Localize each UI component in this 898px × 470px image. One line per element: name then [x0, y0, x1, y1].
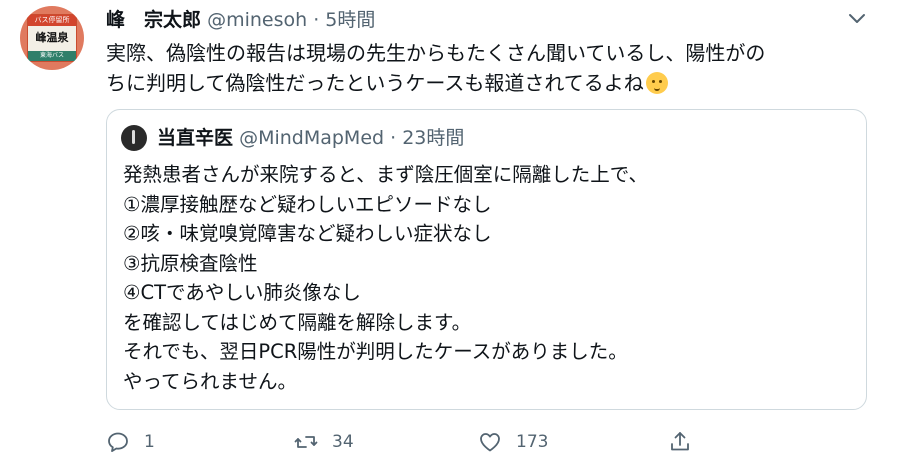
avatar-sign-bottom: 東海バス [28, 51, 76, 61]
quoted-text-line: それでも、翌日PCR陽性が判明したケースがありました。 [123, 340, 628, 363]
like-count: 173 [516, 432, 549, 452]
tweet-text-line: ちに判明して偽陰性だったというケースも報道されてるよね [106, 68, 876, 98]
tweet-text-line-content: ちに判明して偽陰性だったというケースも報道されてるよね [106, 71, 644, 95]
tweet-text-line: 実際、偽陰性の報告は現場の先生からもたくさん聞いているし、陽性がの [106, 41, 766, 65]
author-name[interactable]: 峰 宗太郎 [106, 9, 201, 31]
reply-count: 1 [144, 432, 155, 452]
retweet-count: 34 [332, 432, 354, 452]
quoted-text-line: やってられません。 [123, 369, 297, 393]
hugging-face-icon [645, 72, 668, 94]
avatar-sign: バス停留所 峰温泉 東海バス [27, 14, 77, 62]
quoted-tweet-timestamp: 23時間 [402, 127, 465, 149]
heart-icon [480, 433, 500, 452]
avatar-sign-main: 峰温泉 [35, 31, 69, 44]
quoted-tweet[interactable]: 当直辛医 @MindMapMed · 23時間 発熱患者さんが来院すると、まず陰… [106, 109, 867, 410]
header-separator: · [313, 9, 320, 31]
reply-button[interactable]: 1 [106, 424, 155, 460]
quoted-text-line: を確認してはじめて隔離を解除します。 [123, 310, 472, 334]
quoted-text-line: ③抗原検査陰性 [123, 251, 258, 275]
share-button[interactable] [668, 424, 692, 460]
quoted-text-line: 発熱患者さんが来院すると、まず陰圧個室に隔離した上で、 [123, 163, 648, 186]
tweet-header: 峰 宗太郎 @minesoh · 5時間 [106, 8, 375, 32]
quoted-text-line: ④CTであやしい肺炎像なし [123, 281, 361, 304]
like-button[interactable]: 173 [478, 424, 548, 460]
quoted-text-line: ①濃厚接触歴など疑わしいエピソードなし [123, 192, 492, 216]
quoted-header-separator: · [390, 127, 397, 149]
reply-icon [108, 432, 128, 452]
retweet-icon [294, 436, 318, 448]
author-handle[interactable]: @minesoh [207, 9, 307, 31]
tweet-text: 実際、偽陰性の報告は現場の先生からもたくさん聞いているし、陽性がの ちに判明して… [106, 38, 876, 98]
quoted-author-name: 当直辛医 [157, 127, 234, 149]
quoted-tweet-text: 発熱患者さんが来院すると、まず陰圧個室に隔離した上で、 ①濃厚接触歴など疑わしい… [123, 160, 843, 396]
share-icon [671, 432, 689, 451]
quoted-tweet-header: 当直辛医 @MindMapMed · 23時間 [157, 126, 464, 150]
quoted-author-avatar [121, 125, 147, 151]
tweet-timestamp[interactable]: 5時間 [325, 9, 375, 31]
chevron-down-icon[interactable] [846, 10, 868, 28]
quoted-text-line: ②咳・味覚嗅覚障害など疑わしい症状なし [123, 222, 492, 245]
quoted-author-handle: @MindMapMed [239, 127, 385, 149]
tweet-actions: 1 34 173 [106, 424, 886, 460]
retweet-button[interactable]: 34 [294, 424, 354, 460]
author-avatar[interactable]: バス停留所 峰温泉 東海バス [20, 6, 84, 70]
avatar-sign-top: バス停留所 [28, 15, 76, 26]
